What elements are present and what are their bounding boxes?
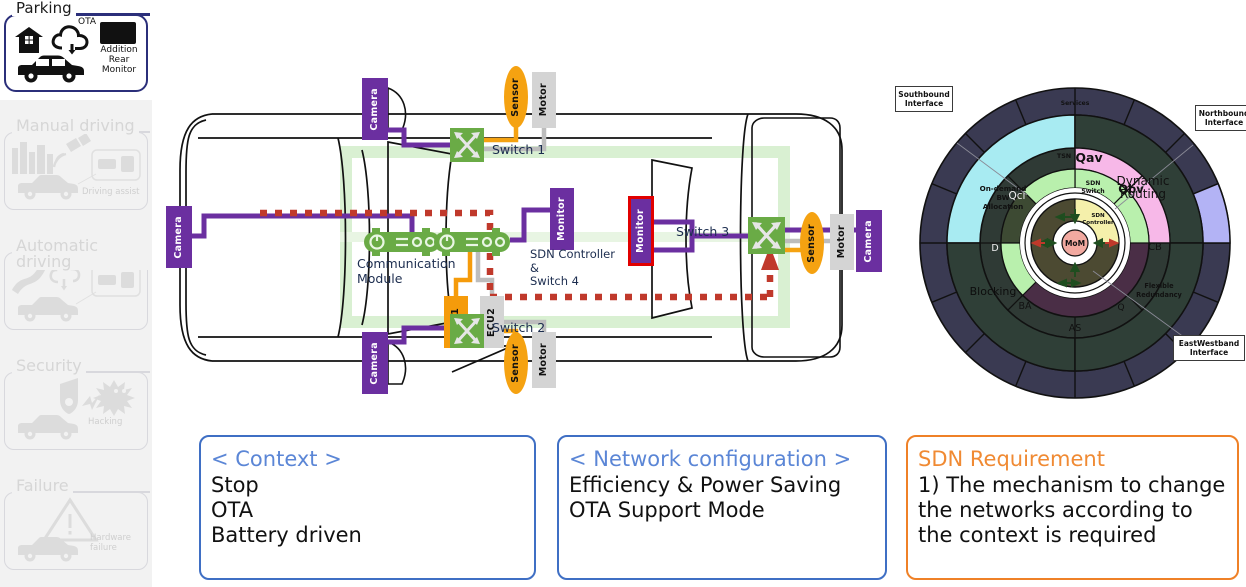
svg-text:Hacking: Hacking bbox=[88, 417, 122, 427]
scenario-parking-label: Parking bbox=[12, 0, 76, 16]
vehicle-network-diagram: Camera Camera Camera Camera Monitor Moni… bbox=[152, 50, 912, 430]
ring1-label-sdn-controller-2: Controller bbox=[1082, 220, 1114, 226]
slide-root: Parking OTA Addition Rear Monitor Manual… bbox=[0, 0, 1246, 587]
ring4-label-bw-3: Allocation bbox=[983, 202, 1024, 211]
switch-1-label: Switch 1 bbox=[492, 142, 546, 157]
sdn-controller-switch4-label: SDN Controller & Switch 4 bbox=[530, 247, 615, 288]
context-line-2: OTA bbox=[211, 498, 254, 522]
parking-icons: OTA Addition Rear Monitor bbox=[4, 14, 148, 92]
context-heading: < Context > bbox=[211, 447, 342, 471]
ring3-label-tsn: TSN bbox=[1057, 152, 1071, 160]
scenario-manual-driving-label: Manual driving bbox=[12, 118, 139, 134]
ring3-label-ba: BA bbox=[1018, 301, 1032, 312]
motor-top[interactable]: Motor bbox=[532, 72, 556, 128]
northbound-interface-box: Northbound Interface bbox=[1195, 105, 1246, 131]
communication-module-label: Communication Module bbox=[357, 256, 456, 286]
monitor-icon bbox=[100, 22, 136, 44]
link-camera-bottom-switch2 bbox=[388, 325, 450, 345]
sensor-bottom[interactable]: Sensor bbox=[504, 332, 528, 394]
ring4-label-blocking: Blocking bbox=[970, 285, 1017, 298]
ring3-label-cb: CB bbox=[1148, 242, 1162, 253]
context-box: < Context > Stop OTA Battery driven bbox=[199, 435, 536, 580]
motor-rear[interactable]: Motor bbox=[830, 214, 854, 270]
scenario-failure-label: Failure bbox=[12, 478, 73, 494]
ring4-label-flexredundancy-2: Redundancy bbox=[1136, 291, 1182, 299]
ring3-label-as: AS bbox=[1069, 323, 1082, 334]
center-label-mom: MoM bbox=[1065, 239, 1085, 248]
network-configuration-line-2: OTA Support Mode bbox=[569, 498, 765, 522]
car-icon bbox=[18, 55, 84, 83]
camera-rear[interactable]: Camera bbox=[856, 210, 882, 272]
house-icon bbox=[15, 27, 43, 53]
motor-bottom[interactable]: Motor bbox=[532, 332, 556, 388]
ring3-label-qav: Qav bbox=[1075, 150, 1102, 165]
context-line-3: Battery driven bbox=[211, 523, 362, 547]
ring3-label-d: D bbox=[991, 243, 998, 254]
failure-caption-line bbox=[62, 491, 150, 493]
network-configuration-box: < Network configuration > Efficiency & P… bbox=[557, 435, 887, 580]
sdn-requirement-line-3: the context is required bbox=[918, 523, 1157, 547]
switch-2-icon[interactable] bbox=[450, 306, 484, 356]
sdn-controller-switch4-icon[interactable] bbox=[430, 228, 514, 258]
monitor-rear-alert[interactable]: Monitor bbox=[628, 196, 654, 266]
ring4-label-flexredundancy-1: Flexible bbox=[1144, 282, 1174, 290]
sensor-rear[interactable]: Sensor bbox=[800, 212, 824, 274]
addition-rear-monitor-label: Addition Rear Monitor bbox=[100, 45, 138, 75]
sensor-top[interactable]: Sensor bbox=[504, 66, 528, 128]
scenario-rail: Parking OTA Addition Rear Monitor Manual… bbox=[0, 0, 152, 587]
security-icons: Hacking bbox=[4, 372, 148, 450]
svg-text:Hardware: Hardware bbox=[90, 533, 131, 543]
ring1-label-sdn-controller-1: SDN bbox=[1091, 213, 1105, 219]
switch-2-label: Switch 2 bbox=[492, 320, 546, 335]
sdn-requirement-line-2: the networks according to bbox=[918, 498, 1193, 522]
context-line-1: Stop bbox=[211, 473, 259, 497]
svg-text:failure: failure bbox=[90, 543, 117, 553]
camera-bottom[interactable]: Camera bbox=[362, 332, 388, 394]
failure-icons: Hardware failure bbox=[4, 492, 148, 570]
camera-front-left[interactable]: Camera bbox=[166, 206, 192, 268]
cloud-ota-icon bbox=[51, 25, 89, 55]
ring3-label-q: Q bbox=[1117, 303, 1124, 313]
eastwestband-interface-box: EastWestband Interface bbox=[1173, 335, 1245, 361]
southbound-interface-box: Southbound Interface bbox=[895, 86, 953, 112]
scenario-automatic-driving-label: Automatic driving bbox=[12, 238, 150, 270]
ring3-label-qbv: Qbv bbox=[1118, 182, 1144, 196]
sdn-requirement-heading: SDN Requirement bbox=[918, 447, 1105, 471]
scenario-security-label: Security bbox=[12, 358, 86, 374]
ring3-label-qci: Qci bbox=[1009, 190, 1026, 202]
sdn-radial-diagram: Services On-demand BW Allocation Dynamic… bbox=[895, 78, 1246, 408]
switch-1-icon[interactable] bbox=[450, 120, 484, 170]
ring-outer-label-services: Services bbox=[1061, 100, 1090, 107]
monitor-front[interactable]: Monitor bbox=[550, 188, 574, 250]
camera-top[interactable]: Camera bbox=[362, 78, 388, 140]
ring2-label-sdn-switch-2: Switch bbox=[1081, 188, 1104, 195]
ring2-label-sdn-switch-1: SDN bbox=[1086, 180, 1101, 187]
svg-text:Driving assist: Driving assist bbox=[82, 187, 140, 197]
ota-label: OTA bbox=[78, 17, 97, 27]
sdn-requirement-line-1: 1) The mechanism to change bbox=[918, 473, 1226, 497]
network-configuration-heading: < Network configuration > bbox=[569, 447, 852, 471]
switch-3-icon[interactable] bbox=[748, 214, 786, 264]
manual-driving-icons: Driving assist bbox=[4, 132, 148, 210]
sdn-requirement-box: SDN Requirement 1) The mechanism to chan… bbox=[906, 435, 1239, 580]
parking-caption-line bbox=[66, 13, 150, 16]
network-configuration-line-1: Efficiency & Power Saving bbox=[569, 473, 842, 497]
switch-3-label: Switch 3 bbox=[676, 224, 730, 239]
